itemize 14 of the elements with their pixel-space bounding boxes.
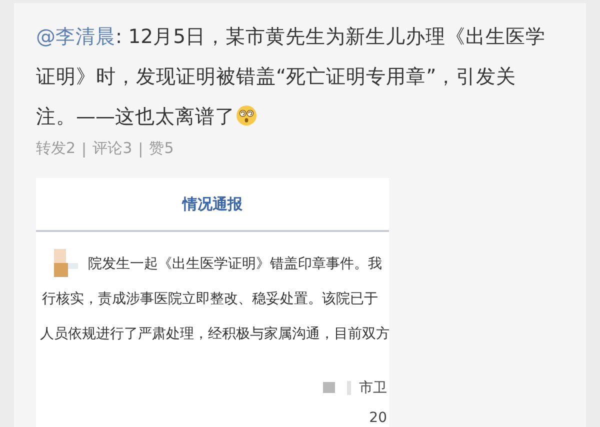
redaction-mosaic <box>323 381 351 395</box>
document-text-line: 行核实，责成涉事医院立即整改、稳妥处置。该院已于 <box>42 290 378 308</box>
document-date: 20 <box>369 410 387 426</box>
user-mention-link[interactable]: @李清晨 <box>36 25 116 48</box>
stat-link[interactable]: 转发2 <box>36 139 76 158</box>
stat-link[interactable]: 评论3 <box>92 139 132 158</box>
separator: | <box>82 140 87 158</box>
dizzy-face-icon <box>236 105 257 126</box>
document-title: 情况通报 <box>36 178 389 232</box>
document-signature: 市卫 <box>359 379 387 397</box>
separator: | <box>138 140 144 158</box>
stat-link[interactable]: 赞5 <box>149 139 174 158</box>
post-text: @李清晨: 12月5日，某市黄先生为新生儿办理《出生医学证明》时，发现证明被错盖“死亡证明专用章”，引发关注。——这也太离谱了 <box>36 24 546 130</box>
document-text-line: 院发生一起《出生医学证明》错盖印章事件。我 <box>88 254 382 272</box>
